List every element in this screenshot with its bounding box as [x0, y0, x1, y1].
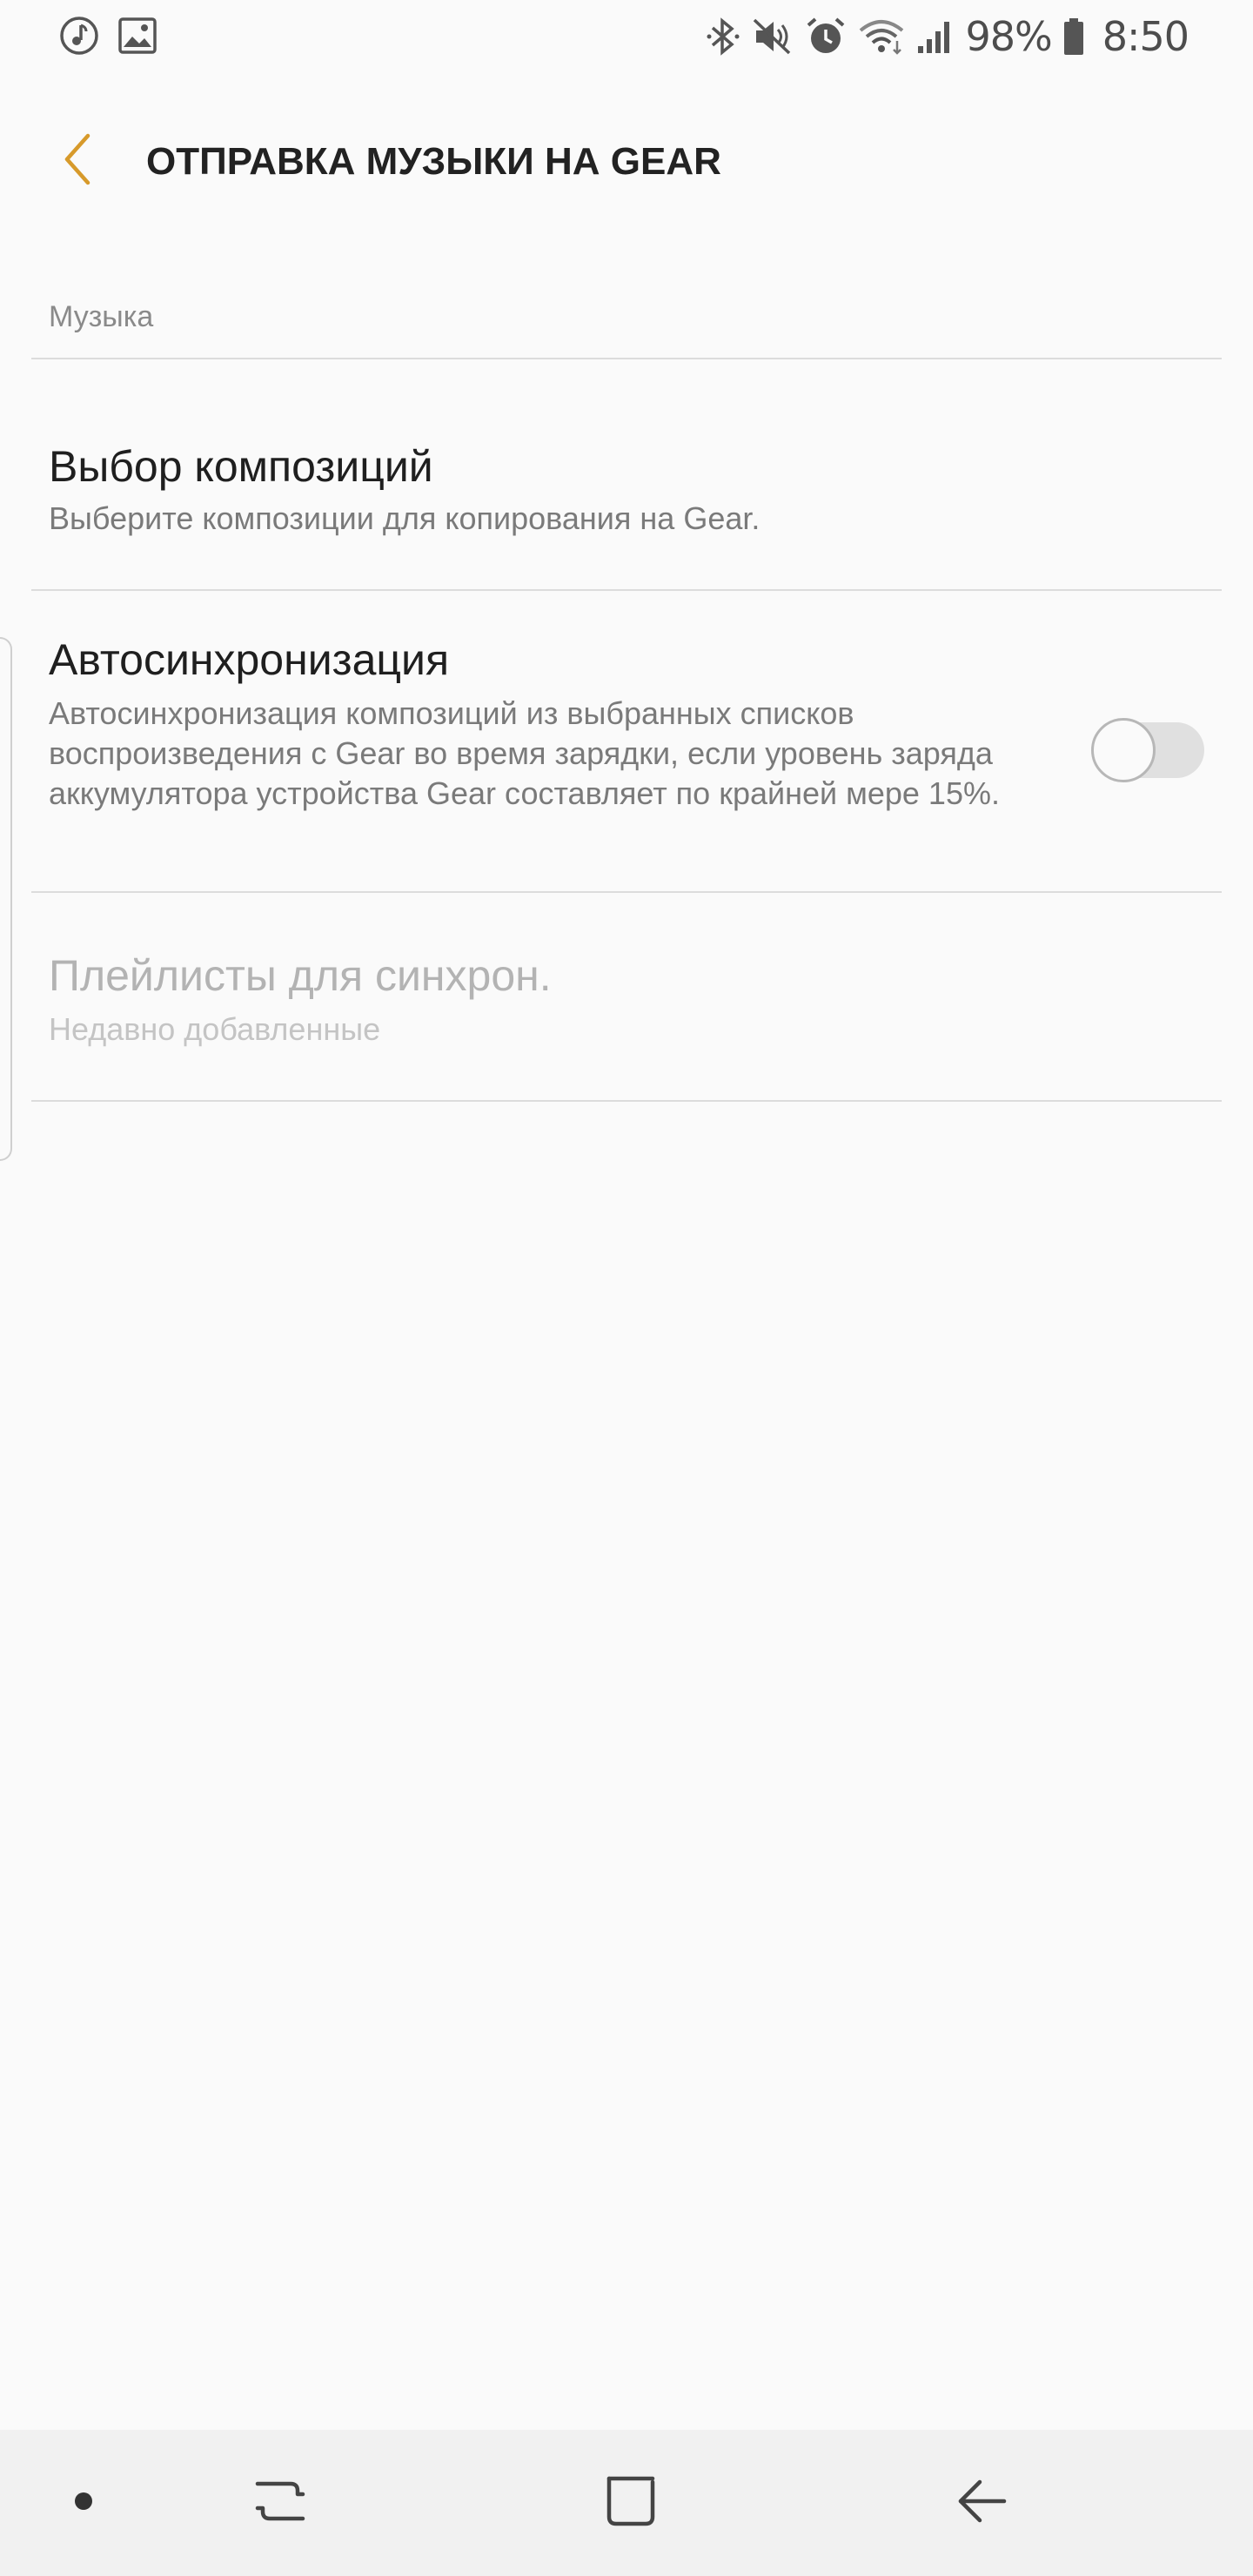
battery-icon: [1062, 17, 1085, 57]
item-subtitle: Автосинхронизация композиций из выбранны…: [49, 695, 1000, 811]
wifi-icon: [857, 17, 906, 57]
navigation-bar: [0, 2430, 1253, 2576]
auto-sync-toggle[interactable]: [1091, 708, 1204, 782]
item-title: Выбор композиций: [49, 442, 433, 491]
recents-icon: [252, 2473, 308, 2533]
divider: [31, 1100, 1222, 1102]
music-note-icon: [59, 16, 99, 56]
mute-icon: [751, 17, 794, 57]
app-bar: ОТПРАВКА МУЗЫКИ НА GEAR: [0, 104, 1253, 218]
clock: 8:50: [1102, 13, 1189, 60]
list-item-sync-playlists: Плейлисты для синхрон. Недавно добавленн…: [0, 893, 1253, 1100]
back-icon: [954, 2473, 1009, 2533]
home-button[interactable]: [586, 2459, 673, 2546]
section-header: Музыка: [49, 300, 154, 333]
dot-icon: [73, 2491, 94, 2516]
back-nav-button[interactable]: [938, 2459, 1025, 2546]
image-icon: [118, 17, 157, 54]
list-item-auto-sync[interactable]: Автосинхронизация Автосинхронизация комп…: [0, 591, 1253, 891]
list-item-select-songs[interactable]: Выбор композиций Выберите композиции для…: [0, 359, 1253, 589]
item-subtitle: Недавно добавленные: [49, 1011, 381, 1047]
recents-button[interactable]: [237, 2459, 324, 2546]
back-button[interactable]: [47, 131, 108, 191]
chevron-left-icon: [60, 132, 95, 191]
home-icon: [602, 2473, 658, 2533]
alarm-icon: [805, 17, 847, 57]
item-subtitle: Выберите композиции для копирования на G…: [49, 500, 761, 536]
item-title: Автосинхронизация: [49, 635, 450, 684]
page-title: ОТПРАВКА МУЗЫКИ НА GEAR: [146, 140, 721, 183]
bluetooth-icon: [706, 17, 740, 57]
item-title: Плейлисты для синхрон.: [49, 951, 552, 1000]
battery-percent: 98%: [965, 13, 1052, 60]
screen: 98% 8:50 ОТПРАВКА МУЗЫКИ НА GEAR Музыка …: [0, 0, 1253, 2576]
toggle-knob: [1091, 718, 1156, 782]
dot-button[interactable]: [40, 2459, 127, 2546]
edge-panel-handle[interactable]: [0, 637, 12, 1161]
status-bar: 98% 8:50: [0, 0, 1253, 75]
signal-icon: [916, 17, 955, 57]
